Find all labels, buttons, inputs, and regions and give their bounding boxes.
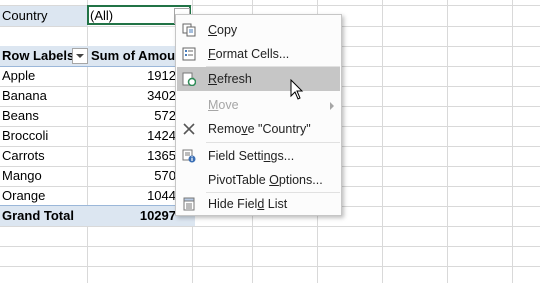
menu-item-field-settings[interactable]: Field Settings...: [177, 144, 340, 168]
row-labels-header: Row Labels: [2, 48, 72, 63]
menu-item-remove-country[interactable]: Remove "Country": [177, 117, 340, 141]
menu-item-label: PivotTable Options...: [208, 173, 323, 187]
mouse-pointer-icon: [290, 79, 304, 100]
menu-item-copy[interactable]: Copy: [177, 18, 340, 42]
menu-item-label: Remove "Country": [208, 122, 311, 136]
row-label: Beans: [2, 108, 39, 123]
field-settings-icon: [182, 149, 196, 163]
row-label: Mango: [2, 168, 42, 183]
row-value: 1912: [147, 68, 176, 83]
row-value: 1424: [147, 128, 176, 143]
menu-item-label: Hide Field List: [208, 197, 288, 211]
context-menu: Copy Format Cells... Refresh Move Remove…: [175, 14, 342, 216]
row-label: Orange: [2, 188, 46, 203]
menu-item-hide-field-list[interactable]: Hide Field List: [177, 192, 340, 216]
row-label: Carrots: [2, 148, 45, 163]
row-labels-filter-button[interactable]: [72, 48, 88, 64]
chevron-down-icon: [76, 54, 84, 58]
row-label: Broccoli: [2, 128, 49, 143]
grand-total-value: 10297: [139, 208, 176, 223]
row-value: 572: [154, 108, 176, 123]
menu-item-label: Move: [208, 98, 239, 112]
grand-total-label: Grand Total: [2, 208, 74, 223]
row-label: Apple: [2, 68, 36, 83]
sum-of-amount-header: Sum of Amount: [91, 48, 176, 63]
menu-item-format-cells[interactable]: Format Cells...: [177, 42, 340, 66]
menu-item-label: Refresh: [208, 72, 252, 86]
menu-item-label: Format Cells...: [208, 47, 290, 61]
format-cells-icon: [182, 47, 196, 61]
menu-item-refresh[interactable]: Refresh: [177, 67, 340, 91]
row-value: 1044: [147, 188, 176, 203]
menu-item-move[interactable]: Move: [177, 93, 340, 117]
filter-label: Country: [2, 8, 48, 23]
menu-item-label: Field Settings...: [208, 149, 295, 163]
refresh-icon: [182, 72, 196, 86]
field-list-icon: [183, 197, 195, 211]
row-value: 570: [154, 168, 176, 183]
menu-separator: [206, 142, 340, 143]
row-label: Banana: [2, 88, 47, 103]
menu-item-pivottable-options[interactable]: PivotTable Options...: [177, 168, 340, 192]
menu-item-label: Copy: [208, 23, 238, 37]
row-value: 3402: [147, 88, 176, 103]
close-icon: [183, 123, 195, 135]
chevron-right-icon: [330, 102, 334, 110]
copy-icon: [182, 23, 196, 37]
row-value: 1365: [147, 148, 176, 163]
